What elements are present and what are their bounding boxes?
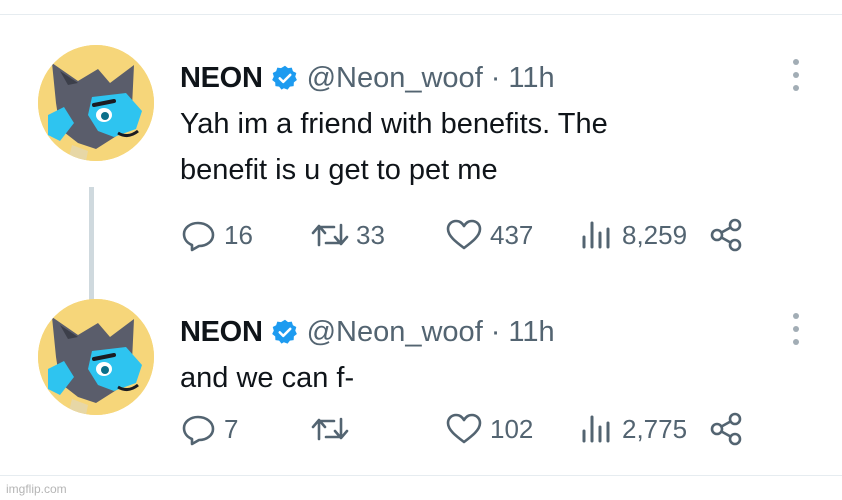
reply-button[interactable]: 16: [180, 217, 253, 253]
reply-button[interactable]: 7: [180, 411, 238, 447]
views-button[interactable]: 2,775: [578, 411, 687, 447]
like-button[interactable]: 437: [444, 217, 533, 253]
display-name[interactable]: NEON: [180, 316, 263, 349]
display-name[interactable]: NEON: [180, 62, 263, 95]
retweet-button[interactable]: [310, 411, 356, 447]
timestamp[interactable]: 11h: [508, 316, 554, 349]
avatar[interactable]: [38, 45, 154, 161]
like-count: 102: [490, 413, 534, 444]
tweet-thread: NEON @Neon_woof · 11h Yah im a friend wi…: [0, 14, 842, 476]
thread-connector-line: [89, 187, 94, 305]
verified-badge-icon: [271, 318, 299, 346]
reply-icon: [182, 415, 215, 446]
like-icon: [446, 219, 482, 250]
separator: ·: [490, 315, 501, 348]
verified-badge-icon: [271, 64, 299, 92]
handle[interactable]: @Neon_woof: [307, 316, 483, 349]
timestamp[interactable]: 11h: [508, 62, 554, 95]
views-button[interactable]: 8,259: [578, 217, 687, 253]
reply-icon: [182, 221, 215, 252]
views-icon: [582, 221, 610, 249]
share-button[interactable]: [708, 217, 750, 253]
retweet-icon: [311, 417, 349, 441]
like-icon: [446, 413, 482, 444]
like-button[interactable]: 102: [444, 411, 533, 447]
reply-count: 16: [224, 219, 253, 250]
more-icon[interactable]: [790, 59, 802, 91]
retweet-icon: [311, 223, 349, 247]
watermark: imgflip.com: [6, 482, 67, 496]
tweet-header: NEON @Neon_woof · 11h: [180, 59, 555, 97]
view-count: 8,259: [622, 219, 688, 250]
view-count: 2,775: [622, 413, 688, 444]
tweet-text: and we can f-: [180, 362, 355, 394]
views-icon: [582, 415, 610, 443]
retweet-button[interactable]: 33: [310, 217, 385, 253]
reply-count: 7: [224, 413, 239, 444]
tweet-text: Yah im a friend with benefits. The benef…: [180, 108, 608, 186]
tweet-actions: 7 102 2,775: [180, 411, 750, 447]
like-count: 437: [490, 219, 534, 250]
tweet-header: NEON @Neon_woof · 11h: [180, 313, 555, 351]
share-icon: [710, 218, 742, 252]
share-icon: [710, 412, 742, 446]
share-button[interactable]: [708, 411, 750, 447]
avatar[interactable]: [38, 299, 154, 415]
more-icon[interactable]: [790, 313, 802, 345]
separator: ·: [490, 61, 501, 94]
tweet-actions: 16 33 437 8,259: [180, 217, 750, 253]
retweet-count: 33: [356, 219, 385, 250]
handle[interactable]: @Neon_woof: [307, 62, 483, 95]
